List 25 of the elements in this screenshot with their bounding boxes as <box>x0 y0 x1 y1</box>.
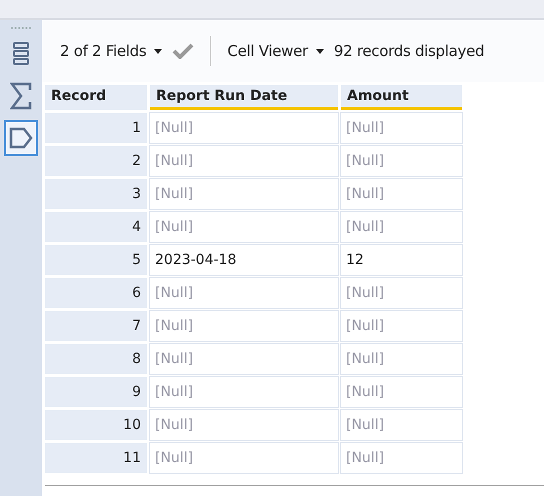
record-number: 10 <box>45 410 147 440</box>
record-number: 4 <box>45 212 147 242</box>
record-number: 2 <box>45 146 147 176</box>
record-number: 6 <box>45 278 147 308</box>
tag-icon <box>9 127 33 149</box>
sigma-icon <box>10 82 32 110</box>
grip-icon <box>10 26 32 30</box>
caret-icon <box>154 48 162 54</box>
record-number: 3 <box>45 179 147 209</box>
record-number: 5 <box>45 245 147 275</box>
column-header[interactable]: Amount <box>341 85 462 110</box>
column-header[interactable]: Record <box>45 85 147 110</box>
checkmark-icon[interactable] <box>172 43 194 59</box>
column-header[interactable]: Report Run Date <box>150 85 338 110</box>
viewer-dropdown[interactable]: Cell Viewer <box>227 42 324 60</box>
records-count: 92 records displayed <box>334 42 484 60</box>
record-number: 7 <box>45 311 147 341</box>
record-number: 1 <box>45 113 147 143</box>
record-number: 11 <box>45 443 147 473</box>
list-icon <box>13 42 29 66</box>
fields-dropdown[interactable]: 2 of 2 Fields <box>60 42 162 60</box>
record-number: 8 <box>45 344 147 374</box>
sidebar-button[interactable] <box>4 120 38 156</box>
caret-icon <box>316 48 324 54</box>
record-number: 9 <box>45 377 147 407</box>
